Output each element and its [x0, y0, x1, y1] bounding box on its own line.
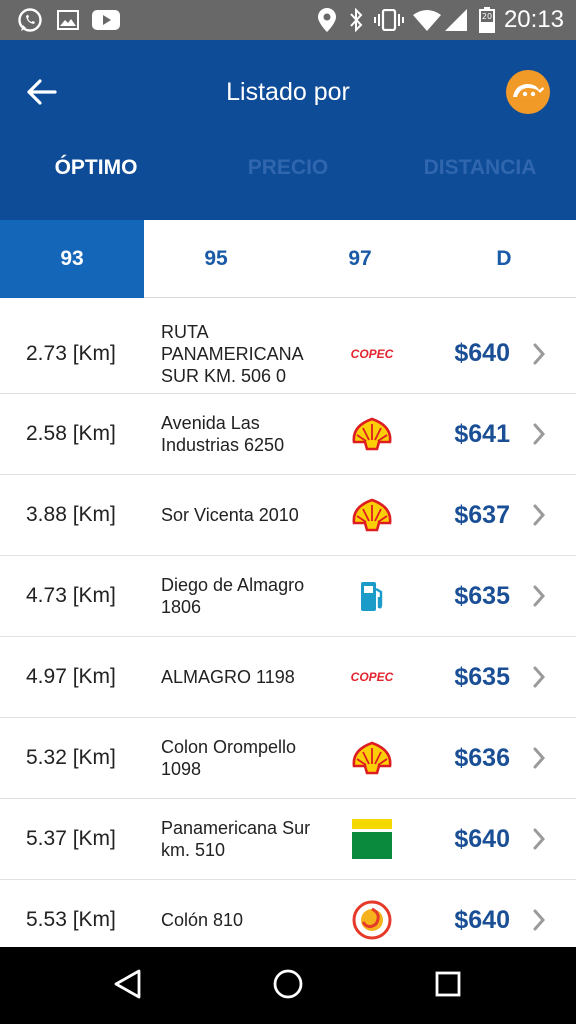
wifi-icon — [412, 7, 442, 33]
station-address: Colon Orompello 1098 — [161, 737, 297, 779]
svg-text:COPEC: COPEC — [351, 347, 394, 361]
bluetooth-icon — [346, 7, 366, 33]
fuel-logo-icon — [511, 79, 545, 106]
station-price: $635 — [454, 662, 510, 691]
terpel-logo-icon — [346, 880, 398, 947]
gallery-icon — [56, 7, 80, 33]
station-row[interactable]: 3.88 [Km] Sor Vicenta 2010 $637 — [0, 475, 576, 556]
station-row[interactable]: 4.73 [Km] Diego de Almagro 1806 $635 — [0, 556, 576, 637]
fuel-tab-93[interactable]: 93 — [0, 220, 144, 298]
station-price: $635 — [454, 581, 510, 610]
tab-optimo[interactable]: ÓPTIMO — [0, 145, 192, 191]
fuel-tab-95[interactable]: 95 — [144, 220, 288, 298]
station-distance: 3.88 [Km] — [26, 503, 116, 526]
station-address: ALMAGRO 1198 — [161, 667, 295, 687]
station-distance: 4.73 [Km] — [26, 584, 116, 607]
station-price: $637 — [454, 500, 510, 529]
station-row[interactable]: 5.53 [Km] Colón 810 $640 — [0, 880, 576, 947]
sort-tabs: ÓPTIMO PRECIO DISTANCIA — [0, 145, 576, 191]
station-address: Panamericana Sur km. 510 — [161, 818, 311, 860]
chevron-right-icon — [532, 475, 546, 555]
fuel-type-tabs: 93 95 97 D — [0, 220, 576, 298]
shell-logo-icon — [346, 394, 398, 474]
station-address: Sor Vicenta 2010 — [161, 505, 299, 525]
tab-precio[interactable]: PRECIO — [192, 145, 384, 191]
fuel-tab-97[interactable]: 97 — [288, 220, 432, 298]
station-price: $640 — [454, 339, 510, 367]
station-price: $641 — [454, 419, 510, 448]
chevron-right-icon — [532, 718, 546, 798]
svg-text:COPEC: COPEC — [351, 670, 394, 684]
station-price: $640 — [454, 905, 510, 934]
recents-square-icon — [434, 970, 462, 1003]
station-row[interactable]: 2.73 [Km] RUTA PANAMERICANA SUR KM. 506 … — [0, 314, 576, 394]
fuel-tab-diesel[interactable]: D — [432, 220, 576, 298]
app-logo[interactable] — [506, 70, 550, 114]
battery-icon: 20 — [478, 7, 496, 33]
chevron-right-icon — [532, 394, 546, 474]
station-price: $640 — [454, 824, 510, 853]
location-icon — [316, 7, 338, 33]
station-distance: 5.37 [Km] — [26, 827, 116, 850]
station-distance: 5.32 [Km] — [26, 746, 116, 769]
page-title: Listado por — [226, 78, 350, 106]
copec-logo-icon: COPEC — [346, 314, 398, 393]
fuel-pump-icon — [346, 556, 398, 636]
station-address: Diego de Almagro 1806 — [161, 575, 305, 617]
signal-icon — [444, 7, 468, 33]
station-address: Colón 810 — [161, 910, 244, 930]
station-distance: 4.97 [Km] — [26, 665, 116, 688]
station-address: RUTA PANAMERICANA SUR KM. 506 0 — [161, 321, 303, 386]
whatsapp-icon — [16, 7, 44, 33]
nav-back-button[interactable] — [107, 965, 149, 1007]
nav-home-button[interactable] — [267, 965, 309, 1007]
station-row[interactable]: 5.32 [Km] Colon Orompello 1098 $636 — [0, 718, 576, 799]
tab-distancia[interactable]: DISTANCIA — [384, 145, 576, 191]
petrobras-logo-icon — [346, 799, 398, 879]
home-circle-icon — [272, 968, 304, 1005]
vibrate-icon — [374, 7, 404, 33]
status-time: 20:13 — [503, 6, 564, 33]
system-nav-bar — [0, 947, 576, 1024]
svg-text:20: 20 — [482, 12, 492, 21]
station-price: $636 — [454, 743, 510, 772]
chevron-right-icon — [532, 314, 546, 393]
youtube-icon — [92, 7, 120, 33]
back-triangle-icon — [113, 968, 143, 1005]
station-row[interactable]: 4.97 [Km] ALMAGRO 1198 COPEC $635 — [0, 637, 576, 718]
shell-logo-icon — [346, 718, 398, 798]
station-list: 2.73 [Km] RUTA PANAMERICANA SUR KM. 506 … — [0, 314, 576, 947]
chevron-right-icon — [532, 880, 546, 947]
status-bar: 20 20:13 — [0, 0, 576, 40]
nav-recents-button[interactable] — [427, 965, 469, 1007]
chevron-right-icon — [532, 637, 546, 717]
station-address: Avenida Las Industrias 6250 — [161, 413, 285, 455]
shell-logo-icon — [346, 475, 398, 555]
station-distance: 2.73 [Km] — [26, 341, 116, 365]
app-bar: Listado por ÓPTIMO PRECIO DISTANCIA — [0, 40, 576, 220]
station-row[interactable]: 2.58 [Km] Avenida Las Industrias 6250 $6… — [0, 394, 576, 475]
copec-logo-icon: COPEC — [346, 637, 398, 717]
chevron-right-icon — [532, 556, 546, 636]
station-distance: 2.58 [Km] — [26, 422, 116, 445]
chevron-right-icon — [532, 799, 546, 879]
station-distance: 5.53 [Km] — [26, 908, 116, 931]
station-row[interactable]: 5.37 [Km] Panamericana Sur km. 510 $640 — [0, 799, 576, 880]
